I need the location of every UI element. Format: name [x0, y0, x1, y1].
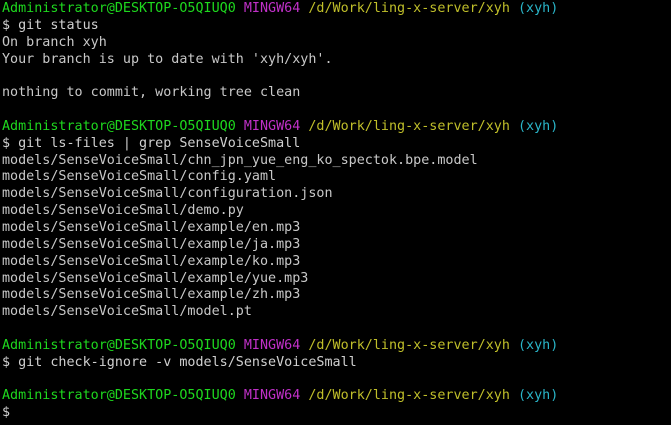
prompt-shell: MINGW64 [243, 337, 301, 353]
output-line: models/SenseVoiceSmall/example/yue.mp3 [2, 270, 309, 286]
prompt-symbol: $ [2, 17, 11, 33]
prompt-symbol: $ [2, 135, 11, 151]
prompt-shell: MINGW64 [243, 118, 301, 134]
output-line: models/SenseVoiceSmall/example/ja.mp3 [2, 236, 301, 252]
output-line: models/SenseVoiceSmall/example/en.mp3 [2, 219, 301, 235]
output-line: models/SenseVoiceSmall/example/ko.mp3 [2, 253, 301, 269]
prompt-line: Administrator@DESKTOP-O5QIUQ0 MINGW64 /d… [2, 1, 671, 18]
output-line: On branch xyh [2, 34, 107, 50]
prompt-branch: (xyh) [517, 1, 559, 16]
prompt-branch: (xyh) [517, 337, 559, 353]
prompt-shell: MINGW64 [243, 388, 301, 404]
terminal-window[interactable]: Administrator@DESKTOP-O5QIUQ0 MINGW64 /d… [0, 0, 671, 425]
prompt-line: Administrator@DESKTOP-O5QIUQ0 MINGW64 /d… [2, 338, 671, 355]
prompt-branch: (xyh) [517, 388, 559, 404]
command-text: git status [18, 17, 99, 33]
output-line: nothing to commit, working tree clean [2, 85, 301, 101]
prompt-path: /d/Work/ling-x-server/xyh [308, 388, 510, 404]
prompt-user-host: Administrator@DESKTOP-O5QIUQ0 [2, 1, 236, 16]
prompt-symbol: $ [2, 405, 11, 421]
prompt-user-host: Administrator@DESKTOP-O5QIUQ0 [2, 388, 236, 404]
prompt-path: /d/Work/ling-x-server/xyh [308, 1, 510, 16]
prompt-path: /d/Work/ling-x-server/xyh [308, 118, 510, 134]
prompt-user-host: Administrator@DESKTOP-O5QIUQ0 [2, 118, 236, 134]
prompt-line: Administrator@DESKTOP-O5QIUQ0 MINGW64 /d… [2, 119, 671, 136]
command-line-active[interactable]: $ [2, 405, 671, 422]
output-line: models/SenseVoiceSmall/chn_jpn_yue_eng_k… [2, 152, 478, 168]
output-line: models/SenseVoiceSmall/demo.py [2, 203, 244, 219]
command-line: $ git status [2, 18, 671, 35]
command-text: git ls-files | grep SenseVoiceSmall [18, 135, 301, 151]
prompt-user-host: Administrator@DESKTOP-O5QIUQ0 [2, 337, 236, 353]
command-line: $ git check-ignore -v models/SenseVoiceS… [2, 355, 671, 372]
prompt-line: Administrator@DESKTOP-O5QIUQ0 MINGW64 /d… [2, 388, 671, 405]
prompt-symbol: $ [2, 354, 11, 370]
command-line: $ git ls-files | grep SenseVoiceSmall [2, 136, 671, 153]
output-line: models/SenseVoiceSmall/model.pt [2, 304, 252, 320]
prompt-branch: (xyh) [517, 118, 559, 134]
output-line: models/SenseVoiceSmall/example/zh.mp3 [2, 287, 301, 303]
prompt-path: /d/Work/ling-x-server/xyh [308, 337, 510, 353]
output-line: models/SenseVoiceSmall/config.yaml [2, 169, 277, 185]
output-line: Your branch is up to date with 'xyh/xyh'… [2, 51, 333, 67]
command-text: git check-ignore -v models/SenseVoiceSma… [18, 354, 357, 370]
output-line: models/SenseVoiceSmall/configuration.jso… [2, 186, 333, 202]
prompt-shell: MINGW64 [243, 1, 301, 16]
